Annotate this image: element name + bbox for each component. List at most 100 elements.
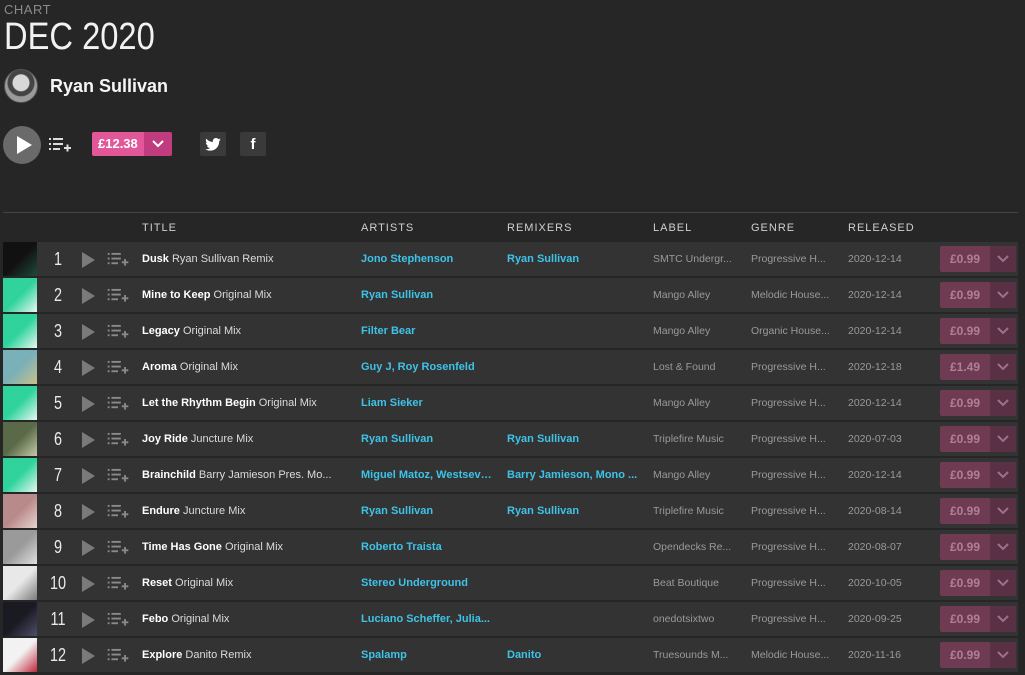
track-name[interactable]: Let the Rhythm Begin: [142, 397, 256, 409]
artist-name[interactable]: Ryan Sullivan: [50, 76, 168, 97]
track-title[interactable]: Aroma Original Mix: [142, 361, 352, 373]
track-label[interactable]: Mango Alley: [653, 325, 738, 337]
track-name[interactable]: Mine to Keep: [142, 289, 210, 301]
release-artwork[interactable]: [3, 386, 37, 420]
track-remixers[interactable]: Ryan Sullivan: [507, 433, 639, 445]
track-mix[interactable]: Ryan Sullivan Remix: [172, 253, 273, 265]
track-artists[interactable]: Ryan Sullivan: [361, 433, 493, 445]
track-genre[interactable]: Progressive H...: [751, 541, 836, 553]
release-artwork[interactable]: [3, 566, 37, 600]
chevron-down-icon[interactable]: [990, 426, 1016, 452]
track-artists[interactable]: Spalamp: [361, 649, 493, 661]
add-to-queue-icon[interactable]: [107, 576, 129, 591]
table-row[interactable]: 1 Dusk Ryan Sullivan Remix Jono Stephenson…: [3, 242, 1018, 276]
track-title[interactable]: Time Has Gone Original Mix: [142, 541, 352, 553]
track-name[interactable]: Joy Ride: [142, 433, 188, 445]
track-artists[interactable]: Stereo Underground: [361, 577, 493, 589]
column-released[interactable]: RELEASED: [848, 222, 915, 234]
column-label[interactable]: LABEL: [653, 222, 692, 234]
track-genre[interactable]: Progressive H...: [751, 577, 836, 589]
track-title[interactable]: Endure Juncture Mix: [142, 505, 352, 517]
track-genre[interactable]: Progressive H...: [751, 469, 836, 481]
release-artwork[interactable]: [3, 350, 37, 384]
track-mix[interactable]: Original Mix: [171, 613, 229, 625]
add-to-queue-icon[interactable]: [107, 324, 129, 339]
buy-track-button[interactable]: £0.99: [940, 606, 1016, 632]
track-mix[interactable]: Original Mix: [175, 577, 233, 589]
track-label[interactable]: Beat Boutique: [653, 577, 738, 589]
chevron-down-icon[interactable]: [990, 246, 1016, 272]
track-price[interactable]: £0.99: [940, 606, 990, 632]
track-genre[interactable]: Organic House...: [751, 325, 836, 337]
table-row[interactable]: 3 Legacy Original Mix Filter Bear Mango All…: [3, 314, 1018, 348]
track-price[interactable]: £0.99: [940, 462, 990, 488]
table-row[interactable]: 7 Brainchild Barry Jamieson Pres. Mo... Mi…: [3, 458, 1018, 492]
track-label[interactable]: Mango Alley: [653, 469, 738, 481]
track-name[interactable]: Brainchild: [142, 469, 196, 481]
track-price[interactable]: £0.99: [940, 282, 990, 308]
play-icon[interactable]: [82, 252, 95, 268]
column-artists[interactable]: ARTISTS: [361, 222, 414, 234]
play-icon[interactable]: [82, 396, 95, 412]
track-name[interactable]: Dusk: [142, 253, 169, 265]
play-icon[interactable]: [82, 576, 95, 592]
track-mix[interactable]: Original Mix: [183, 325, 241, 337]
buy-track-button[interactable]: £0.99: [940, 642, 1016, 668]
track-title[interactable]: Reset Original Mix: [142, 577, 352, 589]
chevron-down-icon[interactable]: [990, 282, 1016, 308]
track-label[interactable]: Triplefire Music: [653, 505, 738, 517]
track-title[interactable]: Joy Ride Juncture Mix: [142, 433, 352, 445]
track-name[interactable]: Febo: [142, 613, 168, 625]
track-genre[interactable]: Progressive H...: [751, 253, 836, 265]
play-icon[interactable]: [82, 324, 95, 340]
release-artwork[interactable]: [3, 458, 37, 492]
table-row[interactable]: 10 Reset Original Mix Stereo Underground Be…: [3, 566, 1018, 600]
track-mix[interactable]: Original Mix: [180, 361, 238, 373]
table-row[interactable]: 8 Endure Juncture Mix Ryan Sullivan Ryan Su…: [3, 494, 1018, 528]
track-price[interactable]: £0.99: [940, 498, 990, 524]
track-title[interactable]: Febo Original Mix: [142, 613, 352, 625]
track-title[interactable]: Let the Rhythm Begin Original Mix: [142, 397, 352, 409]
release-artwork[interactable]: [3, 638, 37, 672]
table-row[interactable]: 4 Aroma Original Mix Guy J, Roy Rosenfeld L…: [3, 350, 1018, 384]
release-artwork[interactable]: [3, 278, 37, 312]
chevron-down-icon[interactable]: [990, 498, 1016, 524]
track-name[interactable]: Aroma: [142, 361, 177, 373]
play-icon[interactable]: [82, 468, 95, 484]
table-row[interactable]: 6 Joy Ride Juncture Mix Ryan Sullivan Ryan …: [3, 422, 1018, 456]
chevron-down-icon[interactable]: [990, 318, 1016, 344]
play-all-button[interactable]: [3, 126, 41, 164]
add-to-queue-icon[interactable]: [107, 360, 129, 375]
play-icon[interactable]: [82, 432, 95, 448]
release-artwork[interactable]: [3, 602, 37, 636]
track-price[interactable]: £0.99: [940, 390, 990, 416]
add-to-queue-icon[interactable]: [107, 540, 129, 555]
track-title[interactable]: Explore Danito Remix: [142, 649, 352, 661]
track-artists[interactable]: Luciano Scheffer, Julia...: [361, 613, 493, 625]
track-label[interactable]: Truesounds M...: [653, 649, 738, 661]
track-label[interactable]: Mango Alley: [653, 289, 738, 301]
track-mix[interactable]: Danito Remix: [185, 649, 251, 661]
track-price[interactable]: £0.99: [940, 426, 990, 452]
chevron-down-icon[interactable]: [990, 390, 1016, 416]
release-artwork[interactable]: [3, 422, 37, 456]
add-to-queue-icon[interactable]: [107, 252, 129, 267]
track-genre[interactable]: Progressive H...: [751, 433, 836, 445]
column-title[interactable]: TITLE: [142, 222, 177, 234]
track-remixers[interactable]: Barry Jamieson, Mono ...: [507, 469, 639, 481]
track-genre[interactable]: Progressive H...: [751, 361, 836, 373]
table-row[interactable]: 5 Let the Rhythm Begin Original Mix Liam S…: [3, 386, 1018, 420]
play-icon[interactable]: [82, 648, 95, 664]
play-icon[interactable]: [82, 612, 95, 628]
track-title[interactable]: Dusk Ryan Sullivan Remix: [142, 253, 352, 265]
chevron-down-icon[interactable]: [990, 354, 1016, 380]
buy-track-button[interactable]: £0.99: [940, 426, 1016, 452]
track-genre[interactable]: Melodic House...: [751, 649, 836, 661]
track-genre[interactable]: Melodic House...: [751, 289, 836, 301]
play-icon[interactable]: [82, 360, 95, 376]
track-mix[interactable]: Juncture Mix: [191, 433, 253, 445]
track-label[interactable]: SMTC Undergr...: [653, 253, 738, 265]
track-artists[interactable]: Jono Stephenson: [361, 253, 493, 265]
add-to-queue-icon[interactable]: [107, 648, 129, 663]
buy-track-button[interactable]: £0.99: [940, 570, 1016, 596]
